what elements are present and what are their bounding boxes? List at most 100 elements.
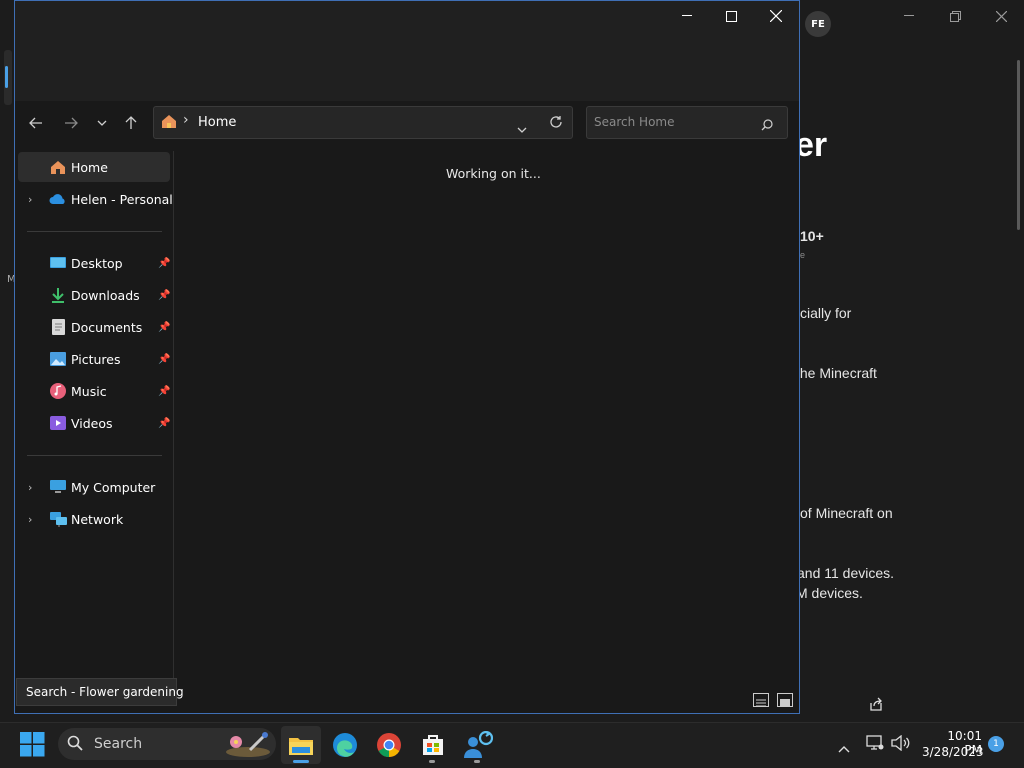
show-hidden-icons-button[interactable] (838, 738, 850, 757)
close-button[interactable] (754, 5, 798, 27)
chrome-icon (377, 733, 401, 757)
sidebar-item-label: Network (71, 511, 124, 527)
breadcrumb-separator-icon: › (183, 112, 189, 128)
store-icon (423, 735, 443, 755)
network-status-icon[interactable] (866, 735, 884, 755)
minimize-button[interactable] (665, 5, 709, 27)
up-button[interactable] (118, 111, 144, 135)
pictures-icon (49, 350, 67, 368)
pin-icon[interactable]: 📌 (158, 386, 170, 397)
flower-gardening-highlight-icon[interactable] (224, 730, 272, 762)
share-icon (870, 697, 882, 711)
background-left-indicator (5, 66, 8, 88)
network-icon (49, 510, 67, 528)
running-app-indicator (429, 760, 435, 763)
file-explorer-icon (289, 738, 313, 755)
address-history-button[interactable] (517, 118, 527, 137)
sidebar-item-network[interactable]: › Network (18, 504, 170, 534)
file-explorer-window: › Home Search Home Home › Helen - Person… (14, 0, 800, 714)
clock-date[interactable]: 3/28/2023 (922, 745, 984, 759)
sidebar-item-onedrive[interactable]: › Helen - Personal (18, 184, 173, 214)
breadcrumb[interactable]: Home (198, 115, 236, 130)
sidebar-item-label: Helen - Personal (71, 191, 173, 207)
minimize-icon (904, 15, 914, 16)
sidebar-item-label: Music (71, 383, 107, 399)
maximize-icon (725, 10, 737, 22)
volume-icon[interactable] (891, 734, 911, 755)
sidebar-item-music[interactable]: Music 📌 (18, 376, 170, 406)
avatar[interactable]: FE (805, 11, 831, 37)
taskbar-search-label: Search (94, 736, 143, 752)
sidebar-item-downloads[interactable]: Downloads 📌 (18, 280, 170, 310)
sidebar-item-pictures[interactable]: Pictures 📌 (18, 344, 170, 374)
background-text: the Minecraft (796, 365, 877, 381)
sidebar-item-documents[interactable]: Documents 📌 (18, 312, 170, 342)
background-text: 10+ (800, 228, 824, 244)
details-view-button[interactable] (753, 693, 769, 707)
minimize-icon (682, 15, 692, 16)
edge-icon (333, 733, 357, 757)
back-button[interactable] (23, 111, 49, 135)
background-scrollbar[interactable] (1017, 60, 1020, 230)
maximize-button[interactable] (709, 5, 753, 27)
refresh-button[interactable] (549, 114, 563, 133)
close-icon (995, 10, 1007, 22)
close-icon (770, 10, 782, 22)
documents-icon (49, 318, 67, 336)
refresh-icon (550, 116, 562, 128)
notification-badge[interactable]: 1 (988, 736, 1004, 752)
restore-icon (949, 10, 961, 22)
large-icons-view-button[interactable] (777, 693, 793, 707)
pin-icon[interactable]: 📌 (158, 354, 170, 365)
chevron-down-icon (97, 120, 107, 126)
nav-divider (27, 231, 162, 232)
arrow-left-icon (29, 117, 42, 129)
videos-icon (49, 414, 67, 432)
chevron-right-icon[interactable]: › (28, 481, 32, 494)
home-icon (49, 158, 67, 176)
sidebar-item-label: Desktop (71, 255, 123, 271)
nav-pane-splitter[interactable] (173, 151, 174, 681)
windows-logo-icon (20, 732, 45, 757)
sidebar-item-label: Downloads (71, 287, 140, 303)
pin-icon[interactable]: 📌 (158, 258, 170, 269)
large-icons-view-icon (780, 699, 790, 707)
pin-icon[interactable]: 📌 (158, 290, 170, 301)
bg-restore-button[interactable] (940, 6, 970, 26)
search-icon (761, 116, 773, 135)
downloads-icon (49, 286, 67, 304)
sidebar-item-my-computer[interactable]: › My Computer (18, 472, 170, 502)
pin-icon[interactable]: 📌 (158, 418, 170, 429)
sidebar-item-videos[interactable]: Videos 📌 (18, 408, 170, 438)
recent-locations-button[interactable] (89, 111, 115, 135)
music-icon (49, 382, 67, 400)
search-icon (67, 735, 83, 755)
nav-divider (27, 455, 162, 456)
background-text: and 11 devices. (797, 565, 895, 581)
taskbar-chrome[interactable] (369, 726, 409, 764)
onedrive-cloud-icon (49, 190, 67, 208)
share-button[interactable] (868, 696, 890, 714)
chevron-right-icon[interactable]: › (28, 513, 32, 526)
sidebar-item-home[interactable]: Home (18, 152, 170, 182)
sidebar-item-desktop[interactable]: Desktop 📌 (18, 248, 170, 278)
taskbar-edge[interactable] (325, 726, 365, 764)
forward-button[interactable] (58, 111, 84, 135)
sidebar-item-label: Videos (71, 415, 113, 431)
desktop-icon (49, 254, 67, 272)
bg-minimize-button[interactable] (894, 6, 924, 26)
pin-icon[interactable]: 📌 (158, 322, 170, 333)
running-app-indicator (474, 760, 480, 763)
sidebar-item-label: Home (71, 159, 108, 175)
chevron-down-icon (517, 127, 527, 133)
sidebar-item-label: Documents (71, 319, 143, 335)
taskbar-file-explorer[interactable] (281, 726, 321, 764)
search-placeholder: Search Home (594, 115, 675, 129)
bg-close-button[interactable] (986, 6, 1016, 26)
taskbar-quick-assist[interactable] (458, 726, 498, 764)
start-button[interactable] (20, 732, 45, 761)
chevron-right-icon[interactable]: › (28, 193, 32, 206)
taskbar-store[interactable] (413, 726, 453, 764)
background-text: of Minecraft on (800, 505, 893, 521)
computer-icon (49, 478, 67, 496)
